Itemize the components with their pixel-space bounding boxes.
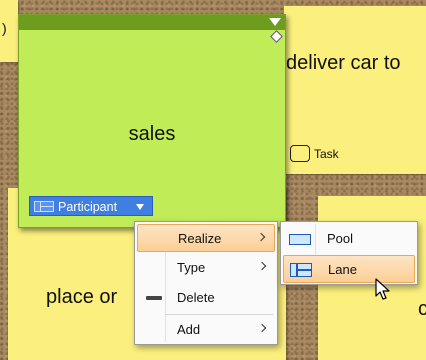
participant-type-dropdown[interactable]: Participant [29, 196, 153, 216]
task-label: Task [314, 147, 339, 161]
participant-header-bar[interactable] [19, 15, 285, 30]
resize-handle-icon[interactable] [270, 30, 283, 43]
note-deliver-car-text: deliver car to [286, 52, 401, 74]
context-menu: Realize Type Delete Add [134, 221, 278, 345]
submenu-item-lane[interactable]: Lane [283, 255, 415, 283]
submenu-arrow-icon [257, 323, 267, 333]
submenu-item-pool[interactable]: Pool [283, 225, 415, 253]
collapse-triangle-icon[interactable] [269, 18, 281, 26]
lane-icon [290, 263, 312, 277]
dropdown-caret-icon [136, 204, 144, 210]
menu-item-type-label: Type [177, 260, 206, 275]
pool-icon [289, 234, 311, 245]
menu-item-add[interactable]: Add [137, 316, 275, 344]
note-right-text: c [418, 298, 426, 320]
menu-separator [165, 314, 273, 315]
participant-note[interactable]: sales Participant [18, 14, 286, 228]
participant-lane-icon [34, 201, 54, 212]
submenu-item-pool-label: Pool [327, 231, 354, 246]
delete-icon [146, 296, 162, 300]
participant-type-label: Participant [58, 200, 118, 214]
menu-item-realize[interactable]: Realize [137, 224, 275, 252]
submenu-arrow-icon [256, 232, 266, 242]
menu-item-delete[interactable]: Delete [137, 284, 275, 312]
participant-name: sales [128, 123, 176, 145]
menu-item-type[interactable]: Type [137, 254, 275, 282]
realize-submenu: Pool Lane [280, 221, 418, 285]
submenu-arrow-icon [257, 261, 267, 271]
menu-item-add-label: Add [177, 322, 201, 337]
note-top-left-fragment: ) [2, 20, 7, 36]
mouse-pointer-icon [375, 278, 390, 300]
menu-item-delete-label: Delete [177, 290, 215, 305]
note-top-left[interactable]: ) [0, 0, 18, 62]
menu-item-realize-label: Realize [178, 231, 222, 246]
submenu-item-lane-label: Lane [328, 262, 357, 277]
note-place-order-text: place or [46, 286, 118, 308]
task-shape[interactable] [290, 145, 310, 162]
